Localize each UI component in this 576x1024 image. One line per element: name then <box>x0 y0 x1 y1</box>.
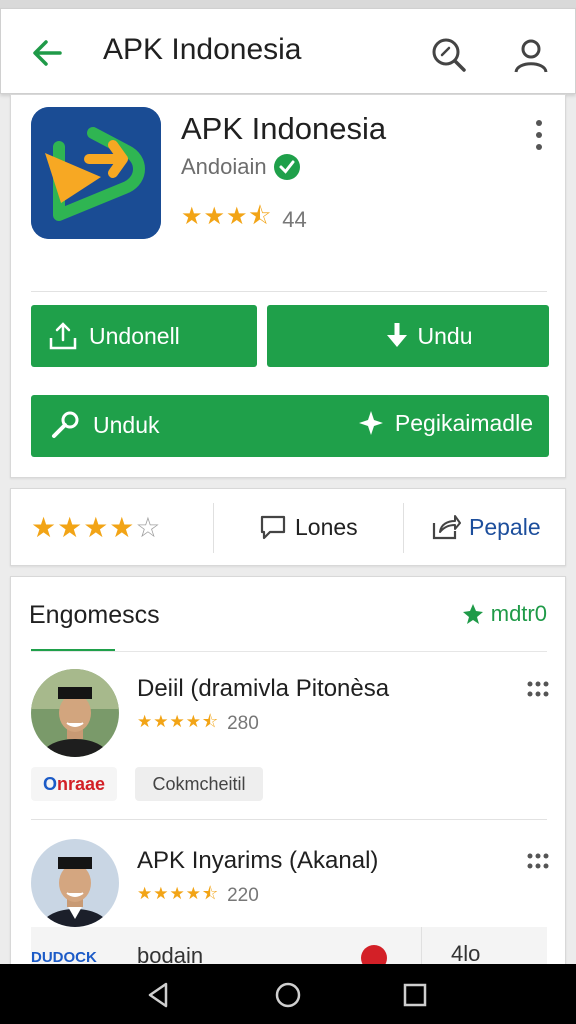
share-button[interactable]: Pepale <box>431 513 541 541</box>
app-bar: APK Indonesia <box>0 8 576 94</box>
download-button[interactable]: Undu <box>267 305 549 367</box>
unduk-button[interactable]: Unduk <box>49 409 159 441</box>
avatar[interactable] <box>31 839 119 927</box>
item-rating-count: 220 <box>227 884 259 906</box>
star-arrow-icon <box>462 604 483 624</box>
section-more-link[interactable]: mdtr0 <box>461 601 547 627</box>
tab-indicator <box>31 649 115 651</box>
unduk-label: Unduk <box>93 411 160 438</box>
search-icon[interactable] <box>429 35 469 75</box>
item-rating: ★★★★⯪ 220 <box>137 881 259 910</box>
app-logo-icon <box>31 107 161 239</box>
pegikaimadle-label: Pegikaimadle <box>394 409 533 436</box>
app-name: APK Indonesia <box>181 111 387 146</box>
verified-badge-icon <box>273 154 300 180</box>
page-title: APK Indonesia <box>103 33 302 66</box>
install-button[interactable]: Undonell <box>31 305 257 367</box>
more-vert-icon[interactable] <box>529 115 549 155</box>
sparkle-icon <box>358 411 383 435</box>
pegikaimadle-button[interactable]: Pegikaimadle <box>357 409 533 437</box>
item-rating: ★★★★⯪ 280 <box>137 709 259 738</box>
more-grid-icon[interactable] <box>525 849 551 875</box>
item-stars: ★★★★⯪ <box>137 712 220 731</box>
account-icon[interactable] <box>511 35 551 75</box>
wrench-icon <box>52 411 79 438</box>
secondary-action-bar[interactable]: Unduk Pegikaimadle <box>31 395 549 457</box>
system-nav-bar <box>0 964 576 1024</box>
developer-row[interactable]: Andoiain <box>181 153 301 181</box>
download-label: Undu <box>417 322 473 349</box>
arrow-back-icon[interactable] <box>27 33 67 73</box>
divider <box>403 503 404 553</box>
lones-button[interactable]: Lones <box>259 513 358 541</box>
brand-chip[interactable]: Onraae <box>31 767 117 801</box>
item-rating-count: 280 <box>227 712 259 734</box>
item-title[interactable]: APK Inyarims (Akanal) <box>137 847 378 875</box>
brand-lead: O <box>42 773 57 794</box>
divider <box>31 651 547 652</box>
install-icon <box>49 322 77 350</box>
lones-label: Lones <box>295 513 358 540</box>
share-label: Pepale <box>469 513 541 540</box>
divider <box>31 291 547 292</box>
rating-stars: ★★★⯪ <box>181 203 273 230</box>
status-bar <box>0 0 576 8</box>
avatar[interactable] <box>31 669 119 757</box>
section-link-label: mdtr0 <box>490 601 547 626</box>
rating-count: 44 <box>282 206 307 232</box>
developer-name[interactable]: Andoiain <box>181 154 267 180</box>
install-label: Undonell <box>89 322 180 349</box>
comment-icon <box>260 515 286 540</box>
brand-text: nraae <box>56 773 106 794</box>
summary-stars[interactable]: ★★★★☆ <box>31 511 162 544</box>
related-section-card: Engomescs mdtr0 Deiil (dramivla Pitonèsa… <box>10 576 566 977</box>
tag-chip[interactable]: Cokmcheitil <box>135 767 263 801</box>
divider <box>31 819 547 820</box>
nav-recents-icon[interactable] <box>400 980 430 1010</box>
nav-back-icon[interactable] <box>144 980 174 1010</box>
item-title[interactable]: Deiil (dramivla Pitonèsa <box>137 675 389 703</box>
nav-home-icon[interactable] <box>273 980 303 1010</box>
summary-card: ★★★★☆ Lones Pepale <box>10 488 566 566</box>
share-icon <box>432 515 461 540</box>
download-arrow-icon <box>386 323 407 347</box>
section-title: Engomescs <box>29 601 160 629</box>
app-rating: ★★★⯪ 44 <box>181 199 307 240</box>
app-header-card: APK Indonesia Andoiain ★★★⯪ 44 Undonell … <box>10 94 566 478</box>
item-stars: ★★★★⯪ <box>137 884 220 903</box>
more-grid-icon[interactable] <box>525 677 551 703</box>
divider <box>213 503 214 553</box>
